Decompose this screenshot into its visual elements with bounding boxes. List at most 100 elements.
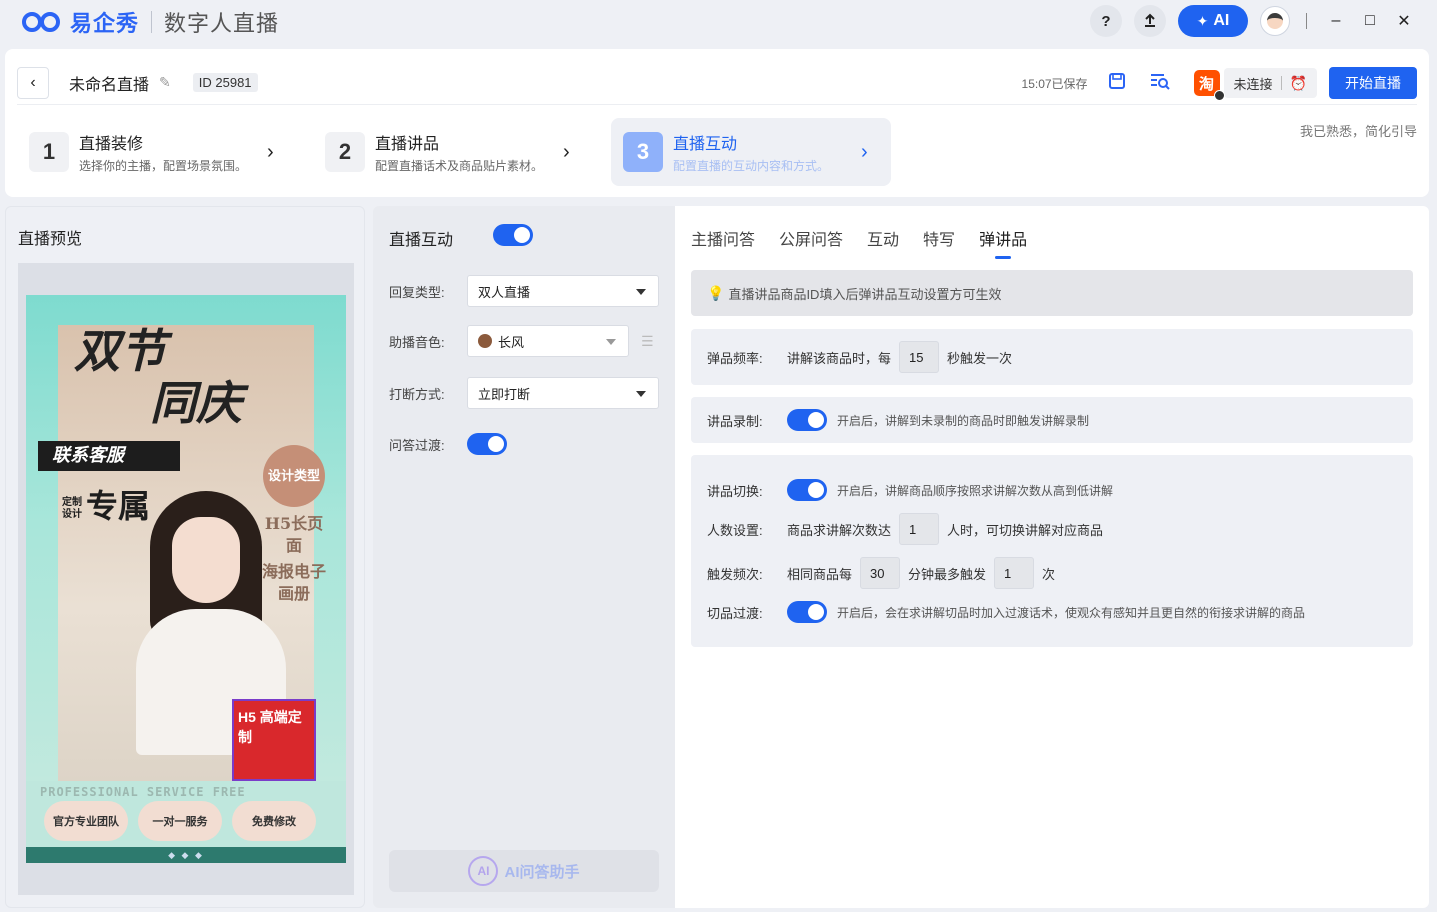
header-row: ‹ 未命名直播 ✎ ID 25981 15:07已保存 淘 未连接 ⏰ 开始直播 — [17, 61, 1417, 105]
reply-type-value: 双人直播 — [478, 284, 531, 300]
trigger-middle: 分钟最多触发 — [908, 566, 987, 582]
reply-type-row: 回复类型: 双人直播 — [389, 275, 659, 307]
reply-type-select[interactable]: 双人直播 — [467, 275, 659, 307]
ai-assistant-button[interactable]: AI AI问答助手 — [389, 850, 659, 892]
interaction-tabs: 主播问答 公屏问答 互动 特写 弹讲品 — [691, 226, 1051, 259]
step-number: 2 — [325, 132, 365, 172]
poster-bottom-labels: PROFESSIONAL SERVICE FREE — [40, 785, 246, 799]
trigger-label: 触发频次: — [707, 566, 763, 582]
ai-assistant-label: AI问答助手 — [504, 863, 580, 881]
maximize-button[interactable]: □ — [1353, 12, 1387, 30]
search-list-icon[interactable] — [1150, 72, 1170, 95]
frequency-input[interactable]: 15 — [899, 341, 940, 373]
switch-label: 讲品切换: — [707, 483, 763, 499]
upload-icon — [1145, 13, 1155, 27]
notice-text: 直播讲品商品ID填入后弹讲品互动设置方可生效 — [728, 286, 1002, 302]
trigger-row: 触发频次: 相同商品每 30 分钟最多触发 1 次 — [707, 557, 1055, 589]
id-label: ID — [198, 75, 212, 90]
connection-status[interactable]: 未连接 ⏰ — [1223, 68, 1317, 98]
sparkle-icon: ✦ — [1196, 12, 1209, 29]
app-title: 数字人直播 — [164, 11, 280, 36]
tab-interaction[interactable]: 互动 — [867, 226, 899, 250]
tab-closeup[interactable]: 特写 — [923, 226, 955, 250]
step-title: 直播互动 — [673, 136, 738, 153]
ai-button[interactable]: ✦ AI — [1178, 5, 1248, 37]
voice-row: 助播音色: 长风 ☰ — [389, 325, 654, 357]
poster-line2: 同庆 — [150, 376, 242, 430]
switch-hint: 开启后，讲解商品顺序按照求讲解次数从高到低讲解 — [837, 483, 1114, 498]
record-hint: 开启后，讲解到未录制的商品时即触发讲解录制 — [837, 413, 1090, 428]
id-badge: ID 25981 — [192, 73, 258, 92]
preview-stage: 双节 同庆 联系客服 定制设计 专属 设计类型 H5长页面 海报电子画册 H5 高… — [18, 263, 354, 895]
step-desc: 配置直播话术及商品贴片素材。 — [375, 159, 544, 173]
help-icon: ? — [1101, 12, 1111, 30]
people-input[interactable]: 1 — [899, 513, 940, 545]
taobao-platform-icon[interactable]: 淘 — [1193, 70, 1225, 101]
edit-icon[interactable]: ✎ — [159, 74, 171, 91]
step-3[interactable]: 3 直播互动 配置直播的互动内容和方式。 › — [611, 118, 891, 186]
tab-pop-product[interactable]: 弹讲品 — [979, 226, 1027, 259]
trigger-suffix: 次 — [1042, 566, 1056, 582]
start-live-button[interactable]: 开始直播 — [1329, 67, 1417, 99]
people-row: 人数设置: 商品求讲解次数达 1 人时，可切换讲解对应商品 — [707, 513, 1103, 545]
trigger-minutes-input[interactable]: 30 — [860, 557, 901, 589]
minimize-button[interactable]: – — [1319, 12, 1353, 30]
record-toggle[interactable] — [787, 409, 827, 431]
frequency-card: 弹品频率: 讲解该商品时，每 15 秒触发一次 — [691, 329, 1413, 385]
chevron-right-icon: › — [861, 140, 868, 163]
connection-divider — [1280, 76, 1282, 90]
frequency-suffix: 秒触发一次 — [947, 350, 1013, 366]
voice-avatar-icon — [478, 334, 492, 348]
interaction-toggle[interactable] — [493, 224, 533, 246]
title-bar: 易企秀 数字人直播 ? ✦ AI – □ ✕ — [0, 0, 1437, 44]
interaction-settings-panel: 直播互动 回复类型: 双人直播 助播音色: 长风 ☰ 打断方式: 立即打断 问答… — [373, 206, 675, 908]
poster-line1: 双节 — [74, 324, 166, 378]
chevron-right-icon: › — [267, 140, 274, 163]
simplify-guide-link[interactable]: 我已熟悉，简化引导 — [1300, 121, 1417, 140]
detail-panel: 主播问答 公屏问答 互动 特写 弹讲品 💡 直播讲品商品ID填入后弹讲品互动设置… — [675, 206, 1429, 908]
interrupt-label: 打断方式: — [389, 386, 445, 402]
poster-headline: 双节 同庆 — [74, 325, 242, 429]
transition-hint: 开启后，会在求讲解切品时加入过渡话术，使观众有感知并且更自然的衔接求讲解的商品 — [837, 605, 1306, 620]
settings-sliders-icon[interactable]: ☰ — [641, 333, 654, 350]
step-nav: 1 直播装修 选择你的主播，配置场景氛围。 › 2 直播讲品 配置直播话术及商品… — [25, 118, 891, 186]
app-logo: 易企秀 数字人直播 — [22, 6, 279, 38]
interrupt-select[interactable]: 立即打断 — [467, 377, 659, 409]
qa-transition-toggle[interactable] — [467, 433, 507, 455]
trigger-count-input[interactable]: 1 — [994, 557, 1035, 589]
save-icon[interactable] — [1108, 72, 1126, 95]
titlebar-divider — [1306, 13, 1307, 29]
caret-down-icon — [636, 391, 646, 397]
notice-banner: 💡 直播讲品商品ID填入后弹讲品互动设置方可生效 — [691, 270, 1413, 316]
help-button[interactable]: ? — [1090, 5, 1122, 37]
transition-toggle[interactable] — [787, 601, 827, 623]
back-button[interactable]: ‹ — [17, 66, 49, 99]
tab-host-qa[interactable]: 主播问答 — [691, 226, 755, 250]
step-desc: 选择你的主播，配置场景氛围。 — [79, 159, 248, 173]
caret-down-icon — [606, 339, 616, 345]
step-1[interactable]: 1 直播装修 选择你的主播，配置场景氛围。 › — [25, 118, 325, 186]
voice-select[interactable]: 长风 — [467, 325, 629, 357]
step-title: 直播讲品 — [375, 136, 440, 153]
step-2[interactable]: 2 直播讲品 配置直播话术及商品贴片素材。 › — [325, 118, 611, 186]
interrupt-row: 打断方式: 立即打断 — [389, 377, 659, 409]
upload-button[interactable] — [1134, 5, 1166, 37]
qa-transition-label: 问答过渡: — [389, 437, 445, 453]
poster-side-circle: 设计类型 — [263, 445, 325, 507]
avatar-face-icon — [1267, 13, 1283, 29]
poster-pill: 一对一服务 — [138, 801, 222, 841]
record-row: 讲品录制: 开启后，讲解到未录制的商品时即触发讲解录制 — [707, 409, 1089, 431]
reply-type-label: 回复类型: — [389, 284, 445, 300]
step-desc: 配置直播的互动内容和方式。 — [673, 159, 830, 173]
switch-card: 讲品切换: 开启后，讲解商品顺序按照求讲解次数从高到低讲解 人数设置: 商品求讲… — [691, 455, 1413, 647]
alarm-clock-icon[interactable]: ⏰ — [1290, 75, 1307, 92]
people-prefix: 商品求讲解次数达 — [787, 522, 892, 538]
lightbulb-icon: 💡 — [707, 284, 725, 301]
caret-down-icon — [636, 289, 646, 295]
logo-icon — [22, 10, 66, 34]
switch-toggle[interactable] — [787, 479, 827, 501]
close-button[interactable]: ✕ — [1387, 11, 1421, 31]
switch-row: 讲品切换: 开启后，讲解商品顺序按照求讲解次数从高到低讲解 — [707, 479, 1113, 501]
user-avatar[interactable] — [1260, 6, 1290, 36]
tab-screen-qa[interactable]: 公屏问答 — [779, 226, 843, 250]
